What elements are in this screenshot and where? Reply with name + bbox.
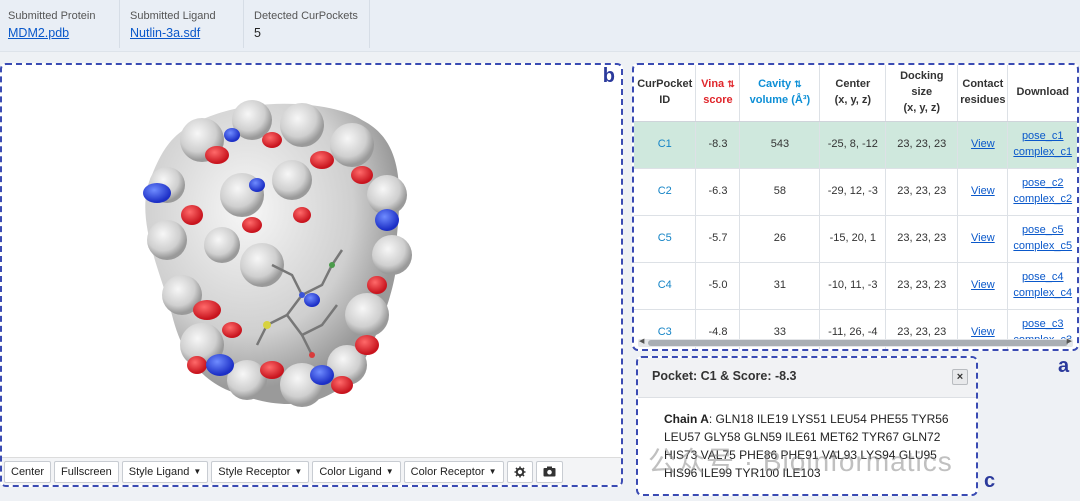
view-contacts-link[interactable]: View xyxy=(971,232,995,244)
scrollbar-thumb[interactable] xyxy=(648,340,1068,346)
scroll-left-icon[interactable]: ◀ xyxy=(639,337,644,345)
view-contacts-link[interactable]: View xyxy=(971,326,995,338)
panel-label-b: b xyxy=(602,65,615,87)
submitted-ligand-label: Submitted Ligand xyxy=(130,10,216,22)
protein-surface-render[interactable] xyxy=(2,65,622,457)
style-ligand-dropdown[interactable]: Style Ligand ▼ xyxy=(121,460,209,483)
col-header-center: Center (x, y, z) xyxy=(819,65,887,122)
center-cell: -29, 12, -3 xyxy=(819,168,887,216)
table-row[interactable]: C2 -6.3 58 -29, 12, -3 23, 23, 23 View p… xyxy=(634,168,1077,216)
pocket-id-cell: C5 xyxy=(634,215,697,263)
pocket-id-cell: C4 xyxy=(634,262,697,310)
col-header-contact-residues: Contact residues xyxy=(957,65,1009,122)
watermark-text: 公众号 · Bioinformatics xyxy=(648,446,953,477)
download-cell: pose_c2 complex_c2 xyxy=(1007,168,1077,216)
contact-cell: View xyxy=(957,262,1009,310)
submitted-ligand-cell: Submitted Ligand Nutlin-3a.sdf xyxy=(122,0,244,48)
view-contacts-link[interactable]: View xyxy=(971,185,995,197)
cavity-volume-cell: 543 xyxy=(739,121,821,169)
caret-down-icon: ▼ xyxy=(193,467,202,476)
docking-size-cell: 23, 23, 23 xyxy=(885,215,959,263)
download-cell: pose_c5 complex_c5 xyxy=(1007,215,1077,263)
detected-pockets-cell: Detected CurPockets 5 xyxy=(246,0,370,48)
ligand-file-link[interactable]: Nutlin-3a.sdf xyxy=(130,26,200,40)
table-header-row: CurPocket ID Vina ⇅ score Cavity ⇅ volume (… xyxy=(634,65,1077,122)
vina-score-cell: -8.3 xyxy=(695,121,741,169)
scroll-right-icon[interactable]: ▶ xyxy=(1067,337,1072,345)
pocket-id-cell: C1 xyxy=(634,121,697,169)
fullscreen-button[interactable]: Fullscreen xyxy=(54,460,119,483)
cavity-volume-cell: 26 xyxy=(739,215,821,263)
contact-cell: View xyxy=(957,215,1009,263)
panel-label-a: a xyxy=(1058,355,1070,377)
pose-download-link[interactable]: pose_c4 xyxy=(1022,271,1064,283)
settings-button[interactable] xyxy=(506,460,533,483)
download-cell: pose_c4 complex_c4 xyxy=(1007,262,1077,310)
vina-score-cell: -5.7 xyxy=(695,215,741,263)
col-header-id: CurPocket ID xyxy=(634,65,697,122)
pose-download-link[interactable]: pose_c5 xyxy=(1022,224,1064,236)
docking-size-cell: 23, 23, 23 xyxy=(885,121,959,169)
vina-score-cell: -5.0 xyxy=(695,262,741,310)
pocket-id-cell: C2 xyxy=(634,168,697,216)
view-contacts-link[interactable]: View xyxy=(971,138,995,150)
detected-pockets-count: 5 xyxy=(254,26,261,40)
pose-download-link[interactable]: pose_c1 xyxy=(1022,130,1064,142)
molecule-viewer-panel: b Center Fullscreen Style Ligand ▼ Style … xyxy=(0,63,623,487)
center-cell: -15, 20, 1 xyxy=(819,215,887,263)
col-header-cavity-volume[interactable]: Cavity ⇅ volume (Å³) xyxy=(739,65,821,122)
view-contacts-link[interactable]: View xyxy=(971,279,995,291)
col-header-docking-size: Docking size (x, y, z) xyxy=(885,65,959,122)
complex-download-link[interactable]: complex_c5 xyxy=(1013,240,1072,252)
caret-down-icon: ▼ xyxy=(488,467,497,476)
docking-size-cell: 23, 23, 23 xyxy=(885,262,959,310)
pocket-table: CurPocket ID Vina ⇅ score Cavity ⇅ volume (… xyxy=(634,65,1077,349)
col-header-vina-score[interactable]: Vina ⇅ score xyxy=(695,65,741,122)
protein-file-link[interactable]: MDM2.pdb xyxy=(8,26,69,40)
pocket-detail-header: Pocket: C1 & Score: -8.3 × xyxy=(638,358,976,398)
color-receptor-dropdown[interactable]: Color Receptor ▼ xyxy=(403,460,504,483)
submitted-protein-cell: Submitted Protein MDM2.pdb xyxy=(0,0,120,48)
viewer-toolbar: Center Fullscreen Style Ligand ▼ Style Re… xyxy=(2,457,621,485)
center-cell: -10, 11, -3 xyxy=(819,262,887,310)
pose-download-link[interactable]: pose_c3 xyxy=(1022,318,1064,330)
pocket-detail-title: Pocket: C1 & Score: -8.3 xyxy=(652,369,797,383)
center-cell: -25, 8, -12 xyxy=(819,121,887,169)
sort-icon: ⇅ xyxy=(794,78,802,89)
pose-download-link[interactable]: pose_c2 xyxy=(1022,177,1064,189)
chain-label: Chain A xyxy=(664,412,709,426)
complex-download-link[interactable]: complex_c4 xyxy=(1013,287,1072,299)
cavity-volume-cell: 31 xyxy=(739,262,821,310)
caret-down-icon: ▼ xyxy=(385,467,394,476)
contact-cell: View xyxy=(957,121,1009,169)
vina-score-cell: -6.3 xyxy=(695,168,741,216)
contact-cell: View xyxy=(957,168,1009,216)
table-row[interactable]: C4 -5.0 31 -10, 11, -3 23, 23, 23 View p… xyxy=(634,262,1077,310)
caret-down-icon: ▼ xyxy=(294,467,303,476)
complex-download-link[interactable]: complex_c1 xyxy=(1013,146,1072,158)
color-ligand-dropdown[interactable]: Color Ligand ▼ xyxy=(312,460,401,483)
center-button[interactable]: Center xyxy=(4,460,52,483)
horizontal-scrollbar[interactable]: ◀ ▶ xyxy=(638,337,1073,347)
col-header-download: Download xyxy=(1007,65,1077,122)
gear-icon xyxy=(514,466,526,477)
submitted-protein-label: Submitted Protein xyxy=(8,10,96,22)
submission-info-bar: Submitted Protein MDM2.pdb Submitted Lig… xyxy=(0,0,1080,52)
complex-download-link[interactable]: complex_c2 xyxy=(1013,193,1072,205)
style-receptor-dropdown[interactable]: Style Receptor ▼ xyxy=(211,460,310,483)
detected-pockets-label: Detected CurPockets xyxy=(254,10,358,22)
sort-icon: ⇅ xyxy=(727,78,735,89)
download-cell: pose_c1 complex_c1 xyxy=(1007,121,1077,169)
docking-size-cell: 23, 23, 23 xyxy=(885,168,959,216)
table-row[interactable]: C5 -5.7 26 -15, 20, 1 23, 23, 23 View po… xyxy=(634,215,1077,263)
close-icon[interactable]: × xyxy=(952,369,968,385)
panel-label-c: c xyxy=(984,470,996,492)
table-row[interactable]: C1 -8.3 543 -25, 8, -12 23, 23, 23 View … xyxy=(634,121,1077,169)
camera-icon xyxy=(543,466,556,477)
screenshot-button[interactable] xyxy=(535,460,563,483)
pocket-table-panel: CurPocket ID Vina ⇅ score Cavity ⇅ volume (… xyxy=(632,63,1079,351)
cavity-volume-cell: 58 xyxy=(739,168,821,216)
